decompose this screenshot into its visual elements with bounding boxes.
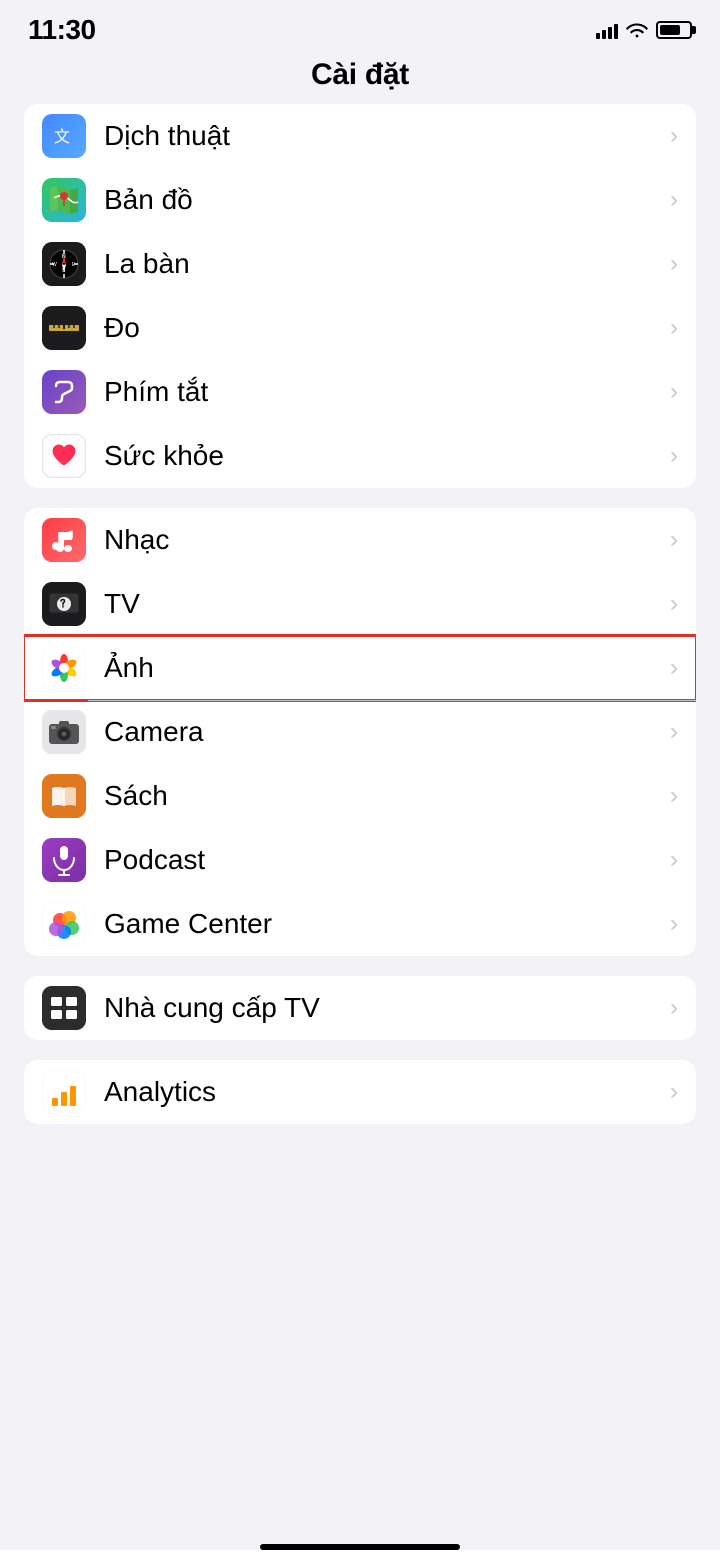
status-time: 11:30 xyxy=(28,14,96,46)
tv-label: TV xyxy=(104,588,662,620)
camera-icon xyxy=(42,710,86,754)
ban-do-label: Bản đồ xyxy=(104,184,662,216)
game-center-label: Game Center xyxy=(104,908,662,940)
chevron-icon: › xyxy=(670,846,678,874)
page-header: Cài đặt xyxy=(0,54,720,104)
camera-label: Camera xyxy=(104,716,662,748)
chevron-icon: › xyxy=(670,378,678,406)
nhac-icon xyxy=(42,518,86,562)
game-center-icon xyxy=(42,902,86,946)
home-indicator-area xyxy=(0,1550,720,1558)
la-ban-icon: N S W E xyxy=(42,242,86,286)
dich-thuat-label: Dịch thuật xyxy=(104,120,662,152)
list-item-ban-do[interactable]: Bản đồ › xyxy=(24,168,696,232)
chevron-icon: › xyxy=(670,186,678,214)
anh-label: Ảnh xyxy=(104,652,662,684)
svg-text:文: 文 xyxy=(54,128,70,146)
podcast-label: Podcast xyxy=(104,844,662,876)
nha-cung-cap-tv-icon xyxy=(42,986,86,1030)
section-utilities: 文 Dịch thuật › Bản đồ › xyxy=(24,104,696,488)
sach-label: Sách xyxy=(104,780,662,812)
list-item-podcast[interactable]: Podcast › xyxy=(24,828,696,892)
sach-icon xyxy=(42,774,86,818)
list-item-sach[interactable]: Sách › xyxy=(24,764,696,828)
suc-khoe-icon xyxy=(42,434,86,478)
do-label: Đo xyxy=(104,312,662,344)
section-tv-provider: Nhà cung cấp TV › xyxy=(24,976,696,1040)
do-icon xyxy=(42,306,86,350)
chevron-icon: › xyxy=(670,526,678,554)
chevron-icon: › xyxy=(670,718,678,746)
chevron-icon: › xyxy=(670,654,678,682)
list-item-do[interactable]: Đo › xyxy=(24,296,696,360)
chevron-icon: › xyxy=(670,250,678,278)
list-item-phim-tat[interactable]: Phím tắt › xyxy=(24,360,696,424)
status-icons xyxy=(596,21,692,39)
battery-icon xyxy=(656,21,692,39)
list-item-tv[interactable]: TV › xyxy=(24,572,696,636)
list-item-la-ban[interactable]: N S W E La bàn › xyxy=(24,232,696,296)
anh-icon xyxy=(42,646,86,690)
list-item-analytics[interactable]: Analytics › xyxy=(24,1060,696,1124)
la-ban-label: La bàn xyxy=(104,248,662,280)
nhac-label: Nhạc xyxy=(104,524,662,556)
svg-text:W: W xyxy=(52,262,57,268)
chevron-icon: › xyxy=(670,1078,678,1106)
list-item-nhac[interactable]: Nhạc › xyxy=(24,508,696,572)
ban-do-icon xyxy=(42,178,86,222)
analytics-label: Analytics xyxy=(104,1076,662,1108)
section-analytics: Analytics › xyxy=(24,1060,696,1124)
section-media: Nhạc › TV › xyxy=(24,508,696,956)
list-item-nha-cung-cap-tv[interactable]: Nhà cung cấp TV › xyxy=(24,976,696,1040)
tv-icon xyxy=(42,582,86,626)
chevron-icon: › xyxy=(670,314,678,342)
list-item-suc-khoe[interactable]: Sức khỏe › xyxy=(24,424,696,488)
suc-khoe-label: Sức khỏe xyxy=(104,440,662,472)
wifi-icon xyxy=(626,22,648,38)
chevron-icon: › xyxy=(670,442,678,470)
chevron-icon: › xyxy=(670,994,678,1022)
chevron-icon: › xyxy=(670,910,678,938)
status-bar: 11:30 xyxy=(0,0,720,54)
phim-tat-label: Phím tắt xyxy=(104,376,662,408)
chevron-icon: › xyxy=(670,782,678,810)
podcast-icon xyxy=(42,838,86,882)
list-item-anh[interactable]: Ảnh › xyxy=(24,636,696,700)
analytics-icon xyxy=(42,1070,86,1114)
chevron-icon: › xyxy=(670,122,678,150)
list-item-camera[interactable]: Camera › xyxy=(24,700,696,764)
list-item-game-center[interactable]: Game Center › xyxy=(24,892,696,956)
phim-tat-icon xyxy=(42,370,86,414)
signal-bars-icon xyxy=(596,21,618,39)
page-title: Cài đặt xyxy=(311,58,409,91)
home-indicator xyxy=(260,1544,460,1550)
chevron-icon: › xyxy=(670,590,678,618)
list-item-dich-thuat[interactable]: 文 Dịch thuật › xyxy=(24,104,696,168)
dich-thuat-icon: 文 xyxy=(42,114,86,158)
nha-cung-cap-tv-label: Nhà cung cấp TV xyxy=(104,992,662,1024)
